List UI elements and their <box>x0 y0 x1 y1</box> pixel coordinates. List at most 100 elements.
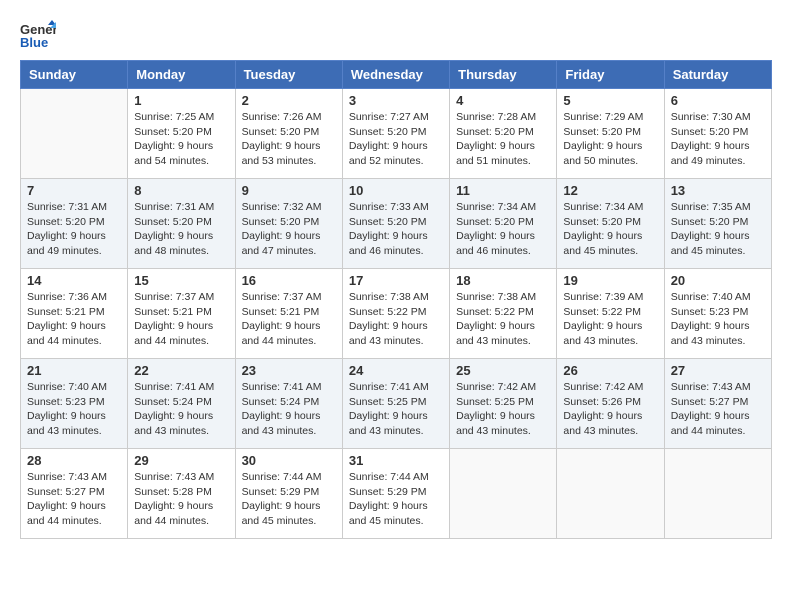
day-number: 20 <box>671 273 765 288</box>
calendar-week-row: 1 Sunrise: 7:25 AM Sunset: 5:20 PM Daylig… <box>21 89 772 179</box>
calendar-cell: 19 Sunrise: 7:39 AM Sunset: 5:22 PM Dayli… <box>557 269 664 359</box>
svg-text:Blue: Blue <box>20 35 48 50</box>
day-info: Sunrise: 7:36 AM Sunset: 5:21 PM Dayligh… <box>27 290 121 349</box>
day-number: 11 <box>456 183 550 198</box>
calendar-cell <box>664 449 771 539</box>
day-number: 26 <box>563 363 657 378</box>
calendar-cell: 6 Sunrise: 7:30 AM Sunset: 5:20 PM Daylig… <box>664 89 771 179</box>
day-info: Sunrise: 7:29 AM Sunset: 5:20 PM Dayligh… <box>563 110 657 169</box>
day-number: 3 <box>349 93 443 108</box>
day-info: Sunrise: 7:44 AM Sunset: 5:29 PM Dayligh… <box>242 470 336 529</box>
page-header: General Blue <box>20 20 772 50</box>
day-info: Sunrise: 7:26 AM Sunset: 5:20 PM Dayligh… <box>242 110 336 169</box>
col-header-wednesday: Wednesday <box>342 61 449 89</box>
day-number: 4 <box>456 93 550 108</box>
day-number: 31 <box>349 453 443 468</box>
calendar-cell: 15 Sunrise: 7:37 AM Sunset: 5:21 PM Dayli… <box>128 269 235 359</box>
day-number: 21 <box>27 363 121 378</box>
logo-icon: General Blue <box>20 20 56 50</box>
calendar-cell: 9 Sunrise: 7:32 AM Sunset: 5:20 PM Daylig… <box>235 179 342 269</box>
calendar-cell: 20 Sunrise: 7:40 AM Sunset: 5:23 PM Dayli… <box>664 269 771 359</box>
calendar-cell: 7Sunrise: 7:31 AM Sunset: 5:20 PM Daylig… <box>21 179 128 269</box>
logo: General Blue <box>20 20 56 50</box>
day-number: 16 <box>242 273 336 288</box>
calendar-week-row: 14 Sunrise: 7:36 AM Sunset: 5:21 PM Dayli… <box>21 269 772 359</box>
day-number: 6 <box>671 93 765 108</box>
calendar-cell: 5 Sunrise: 7:29 AM Sunset: 5:20 PM Daylig… <box>557 89 664 179</box>
day-info: Sunrise: 7:37 AM Sunset: 5:21 PM Dayligh… <box>134 290 228 349</box>
day-info: Sunrise: 7:41 AM Sunset: 5:24 PM Dayligh… <box>242 380 336 439</box>
day-info: Sunrise: 7:34 AM Sunset: 5:20 PM Dayligh… <box>456 200 550 259</box>
day-info: Sunrise: 7:39 AM Sunset: 5:22 PM Dayligh… <box>563 290 657 349</box>
day-info: Sunrise: 7:37 AM Sunset: 5:21 PM Dayligh… <box>242 290 336 349</box>
calendar-cell: 30 Sunrise: 7:44 AM Sunset: 5:29 PM Dayli… <box>235 449 342 539</box>
day-info: Sunrise: 7:35 AM Sunset: 5:20 PM Dayligh… <box>671 200 765 259</box>
day-number: 23 <box>242 363 336 378</box>
calendar-cell: 14 Sunrise: 7:36 AM Sunset: 5:21 PM Dayli… <box>21 269 128 359</box>
day-info: Sunrise: 7:38 AM Sunset: 5:22 PM Dayligh… <box>349 290 443 349</box>
day-number: 2 <box>242 93 336 108</box>
calendar-cell: 29 Sunrise: 7:43 AM Sunset: 5:28 PM Dayli… <box>128 449 235 539</box>
calendar-cell: 18 Sunrise: 7:38 AM Sunset: 5:22 PM Dayli… <box>450 269 557 359</box>
calendar-cell: 26 Sunrise: 7:42 AM Sunset: 5:26 PM Dayli… <box>557 359 664 449</box>
day-number: 29 <box>134 453 228 468</box>
col-header-thursday: Thursday <box>450 61 557 89</box>
day-number: 5 <box>563 93 657 108</box>
calendar-cell: 16 Sunrise: 7:37 AM Sunset: 5:21 PM Dayli… <box>235 269 342 359</box>
calendar-header-row: SundayMondayTuesdayWednesdayThursdayFrid… <box>21 61 772 89</box>
calendar-cell: 10Sunrise: 7:33 AM Sunset: 5:20 PM Dayli… <box>342 179 449 269</box>
day-number: 27 <box>671 363 765 378</box>
day-info: Sunrise: 7:31 AM Sunset: 5:20 PM Dayligh… <box>27 200 121 259</box>
day-info: Sunrise: 7:43 AM Sunset: 5:27 PM Dayligh… <box>27 470 121 529</box>
day-info: Sunrise: 7:40 AM Sunset: 5:23 PM Dayligh… <box>27 380 121 439</box>
calendar-cell: 25Sunrise: 7:42 AM Sunset: 5:25 PM Dayli… <box>450 359 557 449</box>
day-info: Sunrise: 7:43 AM Sunset: 5:28 PM Dayligh… <box>134 470 228 529</box>
col-header-friday: Friday <box>557 61 664 89</box>
day-info: Sunrise: 7:40 AM Sunset: 5:23 PM Dayligh… <box>671 290 765 349</box>
day-info: Sunrise: 7:32 AM Sunset: 5:20 PM Dayligh… <box>242 200 336 259</box>
day-number: 19 <box>563 273 657 288</box>
day-number: 28 <box>27 453 121 468</box>
day-info: Sunrise: 7:25 AM Sunset: 5:20 PM Dayligh… <box>134 110 228 169</box>
day-info: Sunrise: 7:30 AM Sunset: 5:20 PM Dayligh… <box>671 110 765 169</box>
day-number: 1 <box>134 93 228 108</box>
calendar-cell: 28 Sunrise: 7:43 AM Sunset: 5:27 PM Dayli… <box>21 449 128 539</box>
calendar-cell: 22Sunrise: 7:41 AM Sunset: 5:24 PM Dayli… <box>128 359 235 449</box>
day-info: Sunrise: 7:42 AM Sunset: 5:26 PM Dayligh… <box>563 380 657 439</box>
day-info: Sunrise: 7:28 AM Sunset: 5:20 PM Dayligh… <box>456 110 550 169</box>
day-number: 14 <box>27 273 121 288</box>
day-number: 30 <box>242 453 336 468</box>
calendar-cell: 21 Sunrise: 7:40 AM Sunset: 5:23 PM Dayli… <box>21 359 128 449</box>
calendar-cell: 3Sunrise: 7:27 AM Sunset: 5:20 PM Daylig… <box>342 89 449 179</box>
calendar-cell: 1 Sunrise: 7:25 AM Sunset: 5:20 PM Daylig… <box>128 89 235 179</box>
calendar-cell: 4 Sunrise: 7:28 AM Sunset: 5:20 PM Daylig… <box>450 89 557 179</box>
day-number: 17 <box>349 273 443 288</box>
col-header-tuesday: Tuesday <box>235 61 342 89</box>
col-header-saturday: Saturday <box>664 61 771 89</box>
calendar-cell: 23 Sunrise: 7:41 AM Sunset: 5:24 PM Dayli… <box>235 359 342 449</box>
calendar-cell: 13 Sunrise: 7:35 AM Sunset: 5:20 PM Dayli… <box>664 179 771 269</box>
calendar-cell: 17 Sunrise: 7:38 AM Sunset: 5:22 PM Dayli… <box>342 269 449 359</box>
day-info: Sunrise: 7:38 AM Sunset: 5:22 PM Dayligh… <box>456 290 550 349</box>
calendar-week-row: 21 Sunrise: 7:40 AM Sunset: 5:23 PM Dayli… <box>21 359 772 449</box>
day-info: Sunrise: 7:31 AM Sunset: 5:20 PM Dayligh… <box>134 200 228 259</box>
day-number: 15 <box>134 273 228 288</box>
calendar-cell: 8Sunrise: 7:31 AM Sunset: 5:20 PM Daylig… <box>128 179 235 269</box>
day-info: Sunrise: 7:33 AM Sunset: 5:20 PM Dayligh… <box>349 200 443 259</box>
day-number: 9 <box>242 183 336 198</box>
calendar-cell: 12Sunrise: 7:34 AM Sunset: 5:20 PM Dayli… <box>557 179 664 269</box>
day-number: 12 <box>563 183 657 198</box>
day-info: Sunrise: 7:41 AM Sunset: 5:25 PM Dayligh… <box>349 380 443 439</box>
day-info: Sunrise: 7:42 AM Sunset: 5:25 PM Dayligh… <box>456 380 550 439</box>
col-header-monday: Monday <box>128 61 235 89</box>
calendar-cell <box>21 89 128 179</box>
calendar-cell: 31Sunrise: 7:44 AM Sunset: 5:29 PM Dayli… <box>342 449 449 539</box>
day-info: Sunrise: 7:41 AM Sunset: 5:24 PM Dayligh… <box>134 380 228 439</box>
calendar-cell <box>557 449 664 539</box>
day-number: 18 <box>456 273 550 288</box>
calendar-table: SundayMondayTuesdayWednesdayThursdayFrid… <box>20 60 772 539</box>
day-info: Sunrise: 7:43 AM Sunset: 5:27 PM Dayligh… <box>671 380 765 439</box>
calendar-week-row: 7Sunrise: 7:31 AM Sunset: 5:20 PM Daylig… <box>21 179 772 269</box>
day-number: 13 <box>671 183 765 198</box>
calendar-cell: 24Sunrise: 7:41 AM Sunset: 5:25 PM Dayli… <box>342 359 449 449</box>
